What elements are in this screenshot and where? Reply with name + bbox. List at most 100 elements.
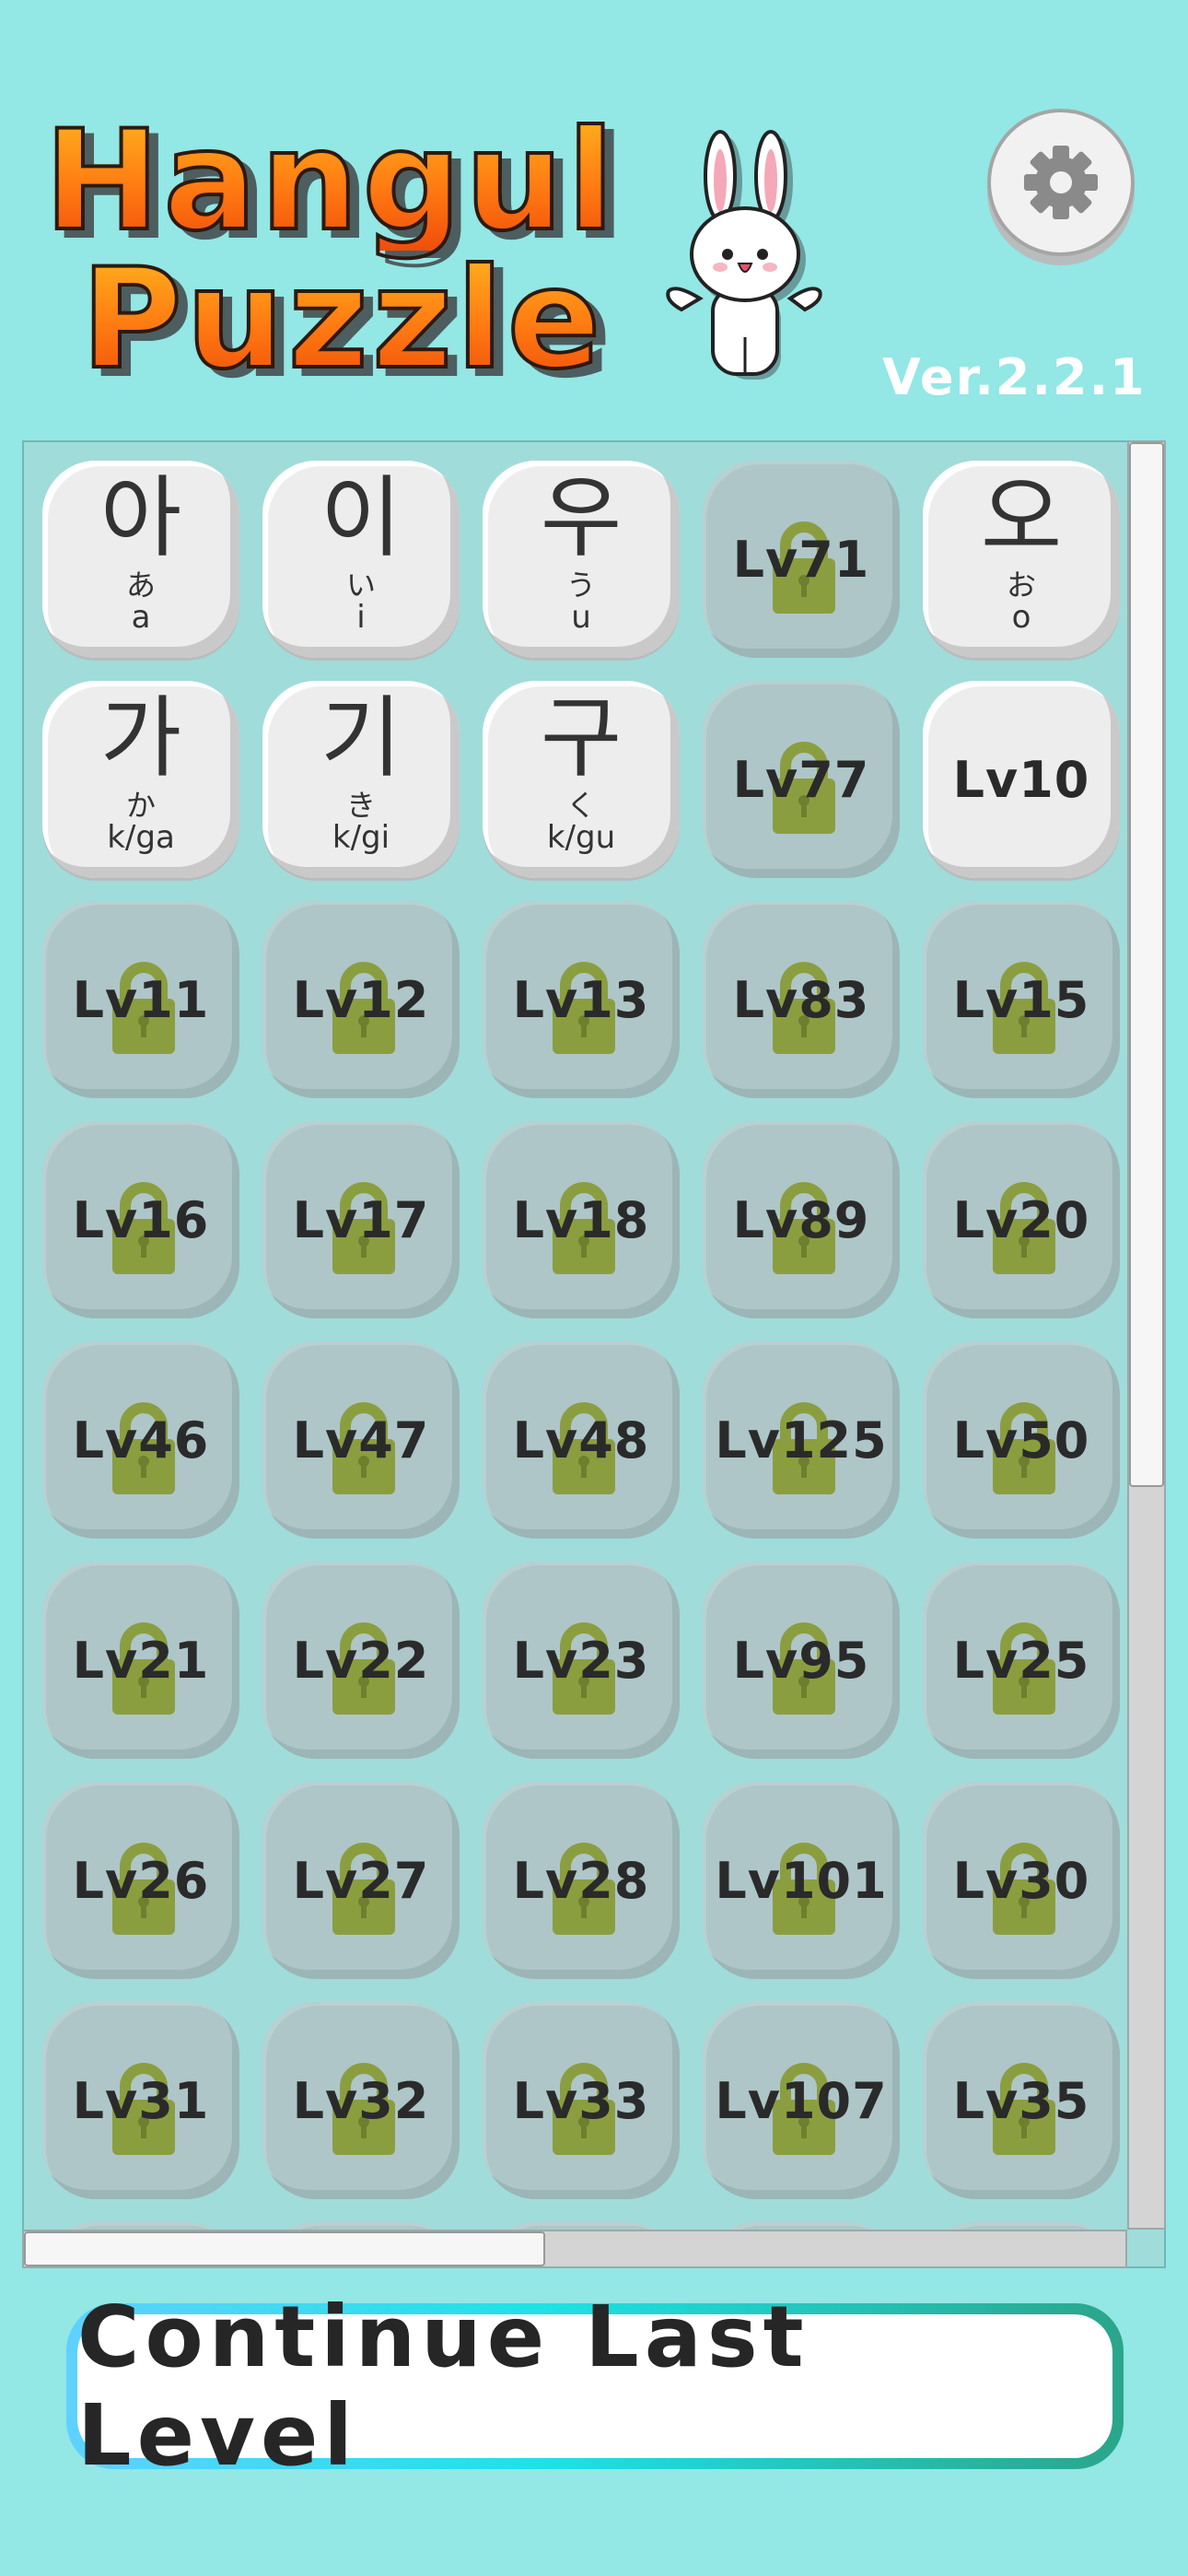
- locked-level-tile: Lv32: [262, 2002, 460, 2199]
- locked-level-tile: Lv50: [923, 1341, 1120, 1539]
- vertical-scrollbar[interactable]: [1127, 440, 1166, 2230]
- tile-level-label: Lv83: [732, 970, 870, 1029]
- locked-level-tile: [262, 2222, 460, 2266]
- tile-level-label: Lv23: [512, 1631, 650, 1690]
- locked-level-tile: Lv15: [923, 901, 1120, 1098]
- locked-level-tile: Lv16: [42, 1121, 239, 1318]
- locked-level-tile: Lv13: [483, 901, 680, 1098]
- level-tile[interactable]: 기 き k/gi: [262, 681, 460, 878]
- tile-level-label: Lv125: [715, 1411, 888, 1469]
- locked-level-tile: [703, 2222, 900, 2266]
- locked-level-tile: Lv26: [42, 1782, 239, 1979]
- tile-romaji: a: [131, 599, 151, 636]
- tile-level-label: Lv30: [952, 1851, 1090, 1910]
- continue-label: Continue Last Level: [77, 2288, 1112, 2485]
- locked-level-tile: Lv27: [262, 1782, 460, 1979]
- locked-level-tile: Lv18: [483, 1121, 680, 1318]
- locked-level-tile: [42, 2222, 239, 2266]
- tile-hangul: 아: [99, 466, 182, 569]
- tile-romaji: u: [571, 599, 591, 636]
- locked-level-tile: Lv48: [483, 1341, 680, 1539]
- locked-level-tile: Lv71: [703, 461, 900, 658]
- tile-level-label: Lv48: [512, 1411, 650, 1469]
- tile-level-label: Lv32: [292, 2071, 430, 2130]
- tile-romaji: o: [1011, 599, 1031, 636]
- tile-level-label: [262, 2222, 460, 2266]
- locked-level-tile: Lv20: [923, 1121, 1120, 1318]
- tile-level-label: Lv35: [952, 2071, 1090, 2130]
- tile-level-label: Lv77: [732, 750, 870, 809]
- tile-level-label: Lv50: [952, 1411, 1090, 1469]
- tile-level-label: Lv26: [72, 1851, 210, 1910]
- level-tile[interactable]: Lv10: [923, 681, 1120, 878]
- tile-level-label: [483, 2222, 680, 2266]
- locked-level-tile: Lv31: [42, 2002, 239, 2199]
- tile-hangul: 구: [540, 686, 623, 790]
- tile-romaji: k/ga: [107, 819, 175, 856]
- title-line-1: Hangul: [42, 111, 634, 252]
- locked-level-tile: Lv46: [42, 1341, 239, 1539]
- level-grid: 아 あ a 이 い i 우 う u Lv71 오 お o 가 か k/ga 기 き k/gi 구 く k/gu Lv77 Lv…: [42, 461, 1120, 2266]
- level-tile[interactable]: 구 く k/gu: [483, 681, 680, 878]
- tile-level-label: Lv13: [512, 970, 650, 1029]
- locked-level-tile: Lv47: [262, 1341, 460, 1539]
- gear-icon: [1024, 146, 1098, 219]
- tile-romaji: k/gi: [332, 819, 390, 856]
- locked-level-tile: Lv83: [703, 901, 900, 1098]
- locked-level-tile: Lv95: [703, 1562, 900, 1759]
- locked-level-tile: Lv89: [703, 1121, 900, 1318]
- locked-level-tile: Lv30: [923, 1782, 1120, 1979]
- locked-level-tile: Lv23: [483, 1562, 680, 1759]
- tile-level-label: Lv12: [292, 970, 430, 1029]
- vertical-scroll-thumb[interactable]: [1129, 442, 1164, 1487]
- tile-level-label: Lv11: [72, 970, 210, 1029]
- locked-level-tile: [923, 2222, 1120, 2266]
- locked-level-tile: Lv17: [262, 1121, 460, 1318]
- level-tile[interactable]: 이いi: [262, 461, 460, 658]
- locked-level-tile: Lv77: [703, 681, 900, 878]
- tile-hangul: 이: [320, 466, 402, 569]
- locked-level-tile: Lv28: [483, 1782, 680, 1979]
- level-tile[interactable]: 우うu: [483, 461, 680, 658]
- tile-level-label: Lv95: [732, 1631, 870, 1690]
- level-tile[interactable]: 아あa: [42, 461, 239, 658]
- locked-level-tile: [483, 2222, 680, 2266]
- tile-hangul: 오: [980, 466, 1063, 569]
- tile-level-label: [923, 2222, 1120, 2266]
- locked-level-tile: Lv35: [923, 2002, 1120, 2199]
- tile-level-label: [703, 2222, 900, 2266]
- locked-level-tile: Lv12: [262, 901, 460, 1098]
- level-grid-panel[interactable]: 아 あ a 이 い i 우 う u Lv71 오 お o 가 か k/ga 기 き k/gi 구 く k/gu Lv77 Lv…: [22, 440, 1166, 2268]
- tile-level-label: Lv21: [72, 1631, 210, 1690]
- tile-romaji: k/gu: [546, 819, 616, 856]
- app-title: Hangul Puzzle: [42, 111, 634, 391]
- level-tile[interactable]: 가 か k/ga: [42, 681, 239, 878]
- tile-level-label: Lv27: [292, 1851, 430, 1910]
- continue-last-level-button[interactable]: Continue Last Level: [66, 2288, 1124, 2485]
- tile-level-label: Lv25: [952, 1631, 1090, 1690]
- tile-level-label: Lv71: [732, 530, 870, 589]
- tile-level-label: Lv33: [512, 2071, 650, 2130]
- locked-level-tile: Lv21: [42, 1562, 239, 1759]
- tile-level-label: Lv16: [72, 1190, 210, 1249]
- locked-level-tile: Lv11: [42, 901, 239, 1098]
- version-label: Ver.2.2.1: [882, 348, 1147, 406]
- tile-level-label: Lv10: [952, 750, 1090, 809]
- tile-level-label: [42, 2222, 239, 2266]
- level-tile[interactable]: 오おo: [923, 461, 1120, 658]
- tile-hangul: 가: [99, 686, 182, 790]
- tile-hangul: 우: [540, 466, 623, 569]
- tile-level-label: Lv15: [952, 970, 1090, 1029]
- tile-level-label: Lv47: [292, 1411, 430, 1469]
- locked-level-tile: Lv25: [923, 1562, 1120, 1759]
- locked-level-tile: Lv125: [703, 1341, 900, 1539]
- tile-level-label: Lv46: [72, 1411, 210, 1469]
- title-line-2: Puzzle: [79, 249, 634, 391]
- settings-button[interactable]: [987, 109, 1135, 256]
- locked-level-tile: Lv22: [262, 1562, 460, 1759]
- tile-level-label: Lv17: [292, 1190, 430, 1249]
- bunny-mascot: [666, 130, 822, 380]
- tile-level-label: Lv89: [732, 1190, 870, 1249]
- tile-level-label: Lv107: [715, 2071, 888, 2130]
- tile-romaji: i: [356, 599, 366, 636]
